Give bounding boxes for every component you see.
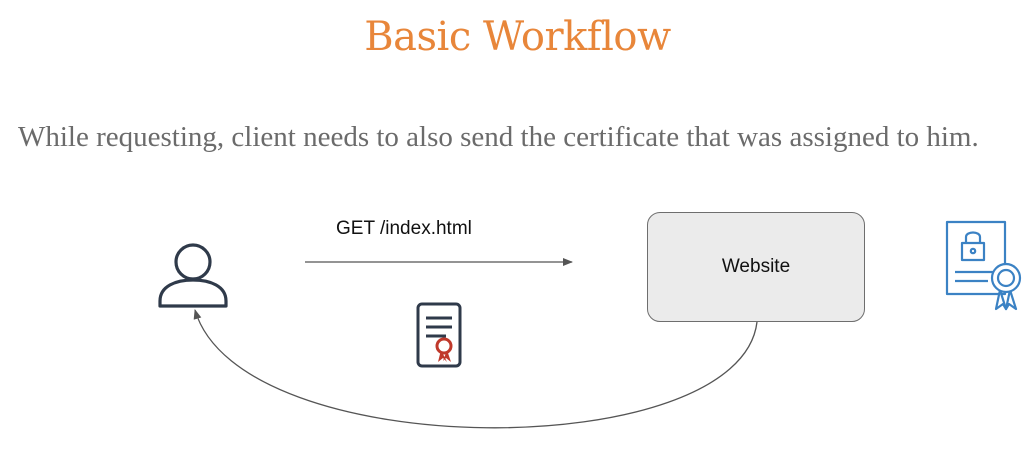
certificate-lock-icon — [945, 220, 1022, 311]
workflow-diagram — [158, 220, 1022, 429]
website-server-box: Website — [647, 212, 865, 322]
response-arrow — [193, 309, 758, 429]
user-icon — [158, 243, 228, 308]
request-label: GET /index.html — [336, 218, 472, 239]
website-label: Website — [721, 256, 791, 277]
certificate-document-icon — [416, 302, 462, 368]
